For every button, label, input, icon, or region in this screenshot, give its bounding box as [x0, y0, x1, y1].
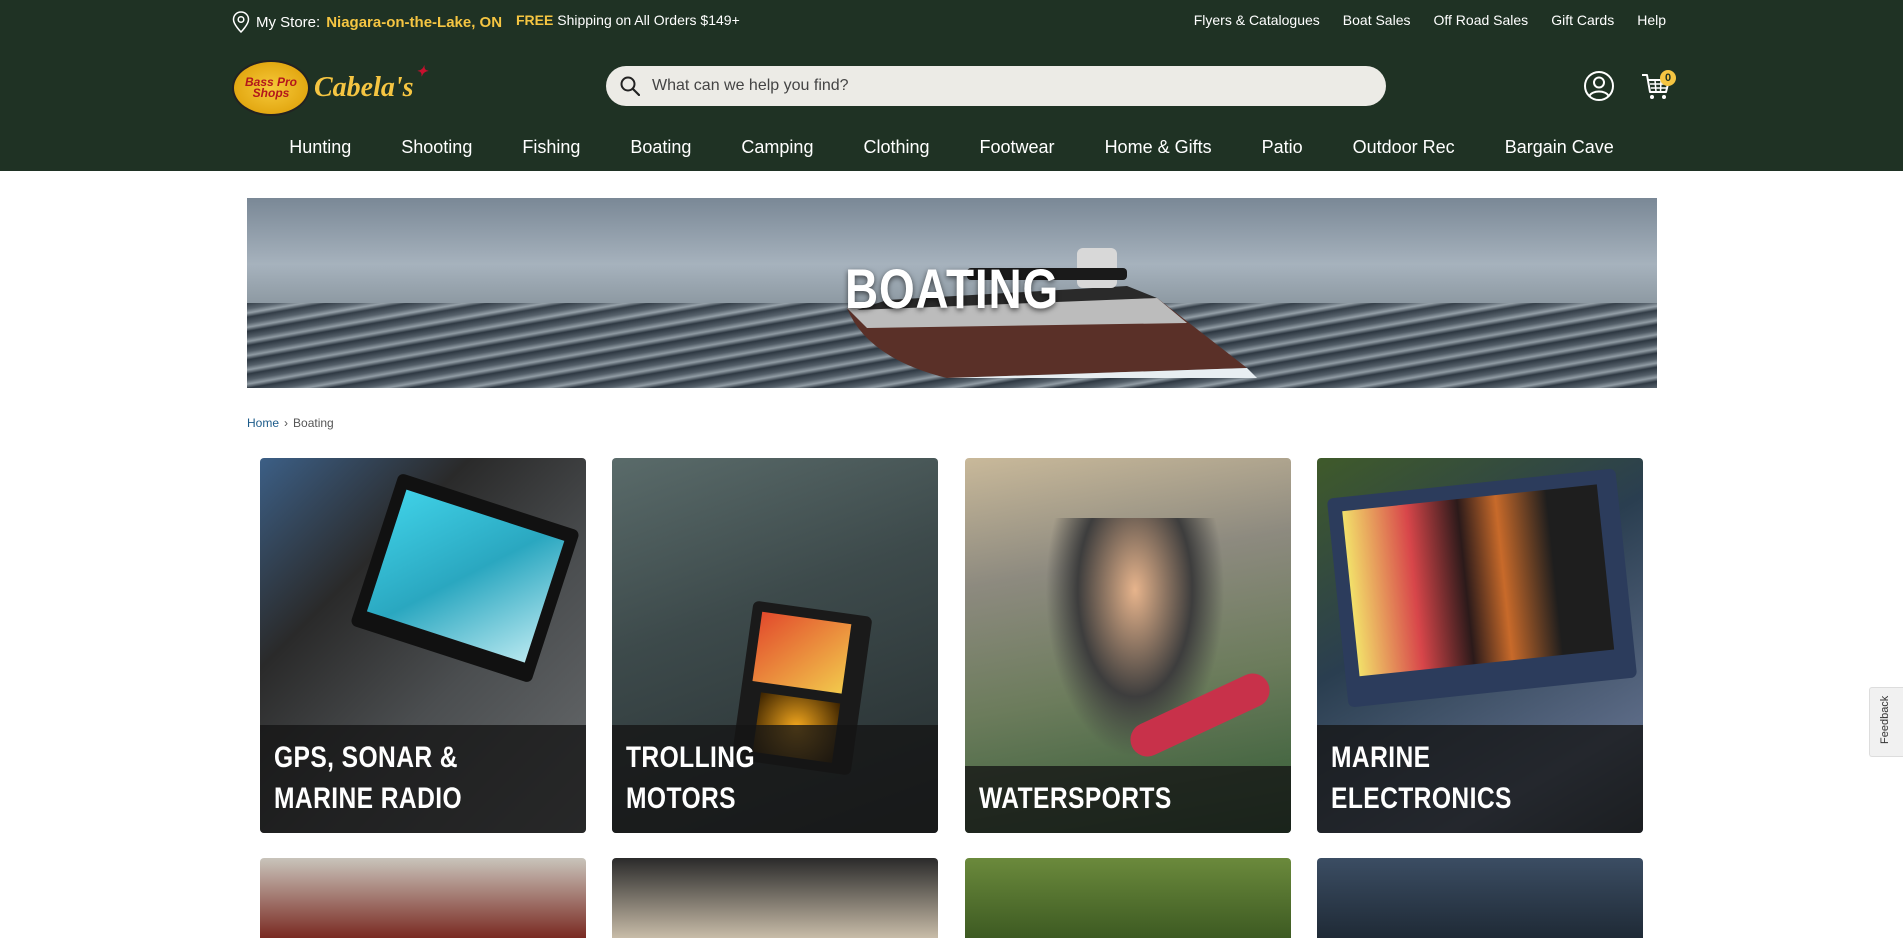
link-help[interactable]: Help	[1637, 12, 1666, 28]
category-card-trolling-motors[interactable]: TROLLING MOTORS	[612, 458, 938, 833]
utility-links: Flyers & Catalogues Boat Sales Off Road …	[1194, 12, 1666, 28]
my-store[interactable]: My Store: Niagara-on-the-Lake, ON	[232, 11, 502, 33]
nav-fishing[interactable]: Fishing	[497, 137, 605, 158]
maple-leaf-icon: ✦	[415, 65, 428, 80]
nav-footwear[interactable]: Footwear	[955, 137, 1080, 158]
breadcrumb-current: Boating	[293, 416, 334, 430]
nav-home-gifts[interactable]: Home & Gifts	[1080, 137, 1237, 158]
search-icon	[620, 76, 640, 96]
category-card-row2-1[interactable]	[260, 858, 586, 938]
category-card-watersports[interactable]: WATERSPORTS	[965, 458, 1291, 833]
top-bar: My Store: Niagara-on-the-Lake, ON FREE S…	[0, 0, 1903, 42]
feedback-label: Feedback	[1879, 695, 1891, 744]
category-label: GPS, SONAR & MARINE RADIO	[260, 725, 586, 833]
category-card-row2-2[interactable]	[612, 858, 938, 938]
location-pin-icon	[232, 11, 250, 33]
cabelas-logo-text: Cabela's	[314, 72, 414, 103]
nav-patio[interactable]: Patio	[1237, 137, 1328, 158]
store-name[interactable]: Niagara-on-the-Lake, ON	[326, 14, 502, 31]
breadcrumb-home[interactable]: Home	[247, 416, 279, 430]
breadcrumb: Home › Boating	[247, 416, 334, 430]
main-nav: Hunting Shooting Fishing Boating Camping…	[0, 137, 1903, 158]
store-label: My Store:	[256, 13, 321, 31]
breadcrumb-separator: ›	[284, 416, 289, 430]
nav-shooting[interactable]: Shooting	[376, 137, 497, 158]
free-label: FREE	[516, 12, 554, 28]
category-card-gps-sonar[interactable]: GPS, SONAR & MARINE RADIO	[260, 458, 586, 833]
category-label: WATERSPORTS	[965, 766, 1291, 833]
link-gift-cards[interactable]: Gift Cards	[1551, 12, 1614, 28]
category-card-marine-electronics[interactable]: MARINE ELECTRONICS	[1317, 458, 1643, 833]
hero-banner: BOATING	[247, 198, 1657, 388]
hero-title: BOATING	[844, 257, 1060, 320]
cabelas-logo: Cabela's ✦	[314, 65, 428, 104]
nav-hunting[interactable]: Hunting	[264, 137, 376, 158]
nav-bargain-cave[interactable]: Bargain Cave	[1480, 137, 1639, 158]
cart-count-badge: 0	[1660, 70, 1676, 86]
feedback-tab[interactable]: Feedback	[1869, 687, 1903, 757]
category-card-row2-3[interactable]	[965, 858, 1291, 938]
site-header: My Store: Niagara-on-the-Lake, ON FREE S…	[0, 0, 1903, 171]
shipping-text: Shipping on All Orders $149+	[557, 12, 740, 28]
account-icon[interactable]	[1583, 70, 1615, 102]
chartplotter-image	[1326, 468, 1638, 708]
nav-outdoor-rec[interactable]: Outdoor Rec	[1328, 137, 1480, 158]
search-bar[interactable]	[606, 66, 1386, 106]
fishfinder-image	[349, 472, 581, 684]
link-boat-sales[interactable]: Boat Sales	[1343, 12, 1411, 28]
nav-camping[interactable]: Camping	[716, 137, 838, 158]
site-logo[interactable]: Bass Pro Shops Cabela's ✦	[232, 60, 428, 116]
category-card-row2-4[interactable]	[1317, 858, 1643, 938]
shipping-promo: FREE Shipping on All Orders $149+	[516, 12, 740, 28]
category-label: MARINE ELECTRONICS	[1317, 725, 1643, 833]
category-label: TROLLING MOTORS	[612, 725, 938, 833]
nav-clothing[interactable]: Clothing	[838, 137, 954, 158]
link-off-road-sales[interactable]: Off Road Sales	[1434, 12, 1529, 28]
link-flyers[interactable]: Flyers & Catalogues	[1194, 12, 1320, 28]
bass-pro-shops-logo: Bass Pro Shops	[232, 60, 310, 116]
search-input[interactable]	[650, 76, 1354, 96]
nav-boating[interactable]: Boating	[605, 137, 716, 158]
